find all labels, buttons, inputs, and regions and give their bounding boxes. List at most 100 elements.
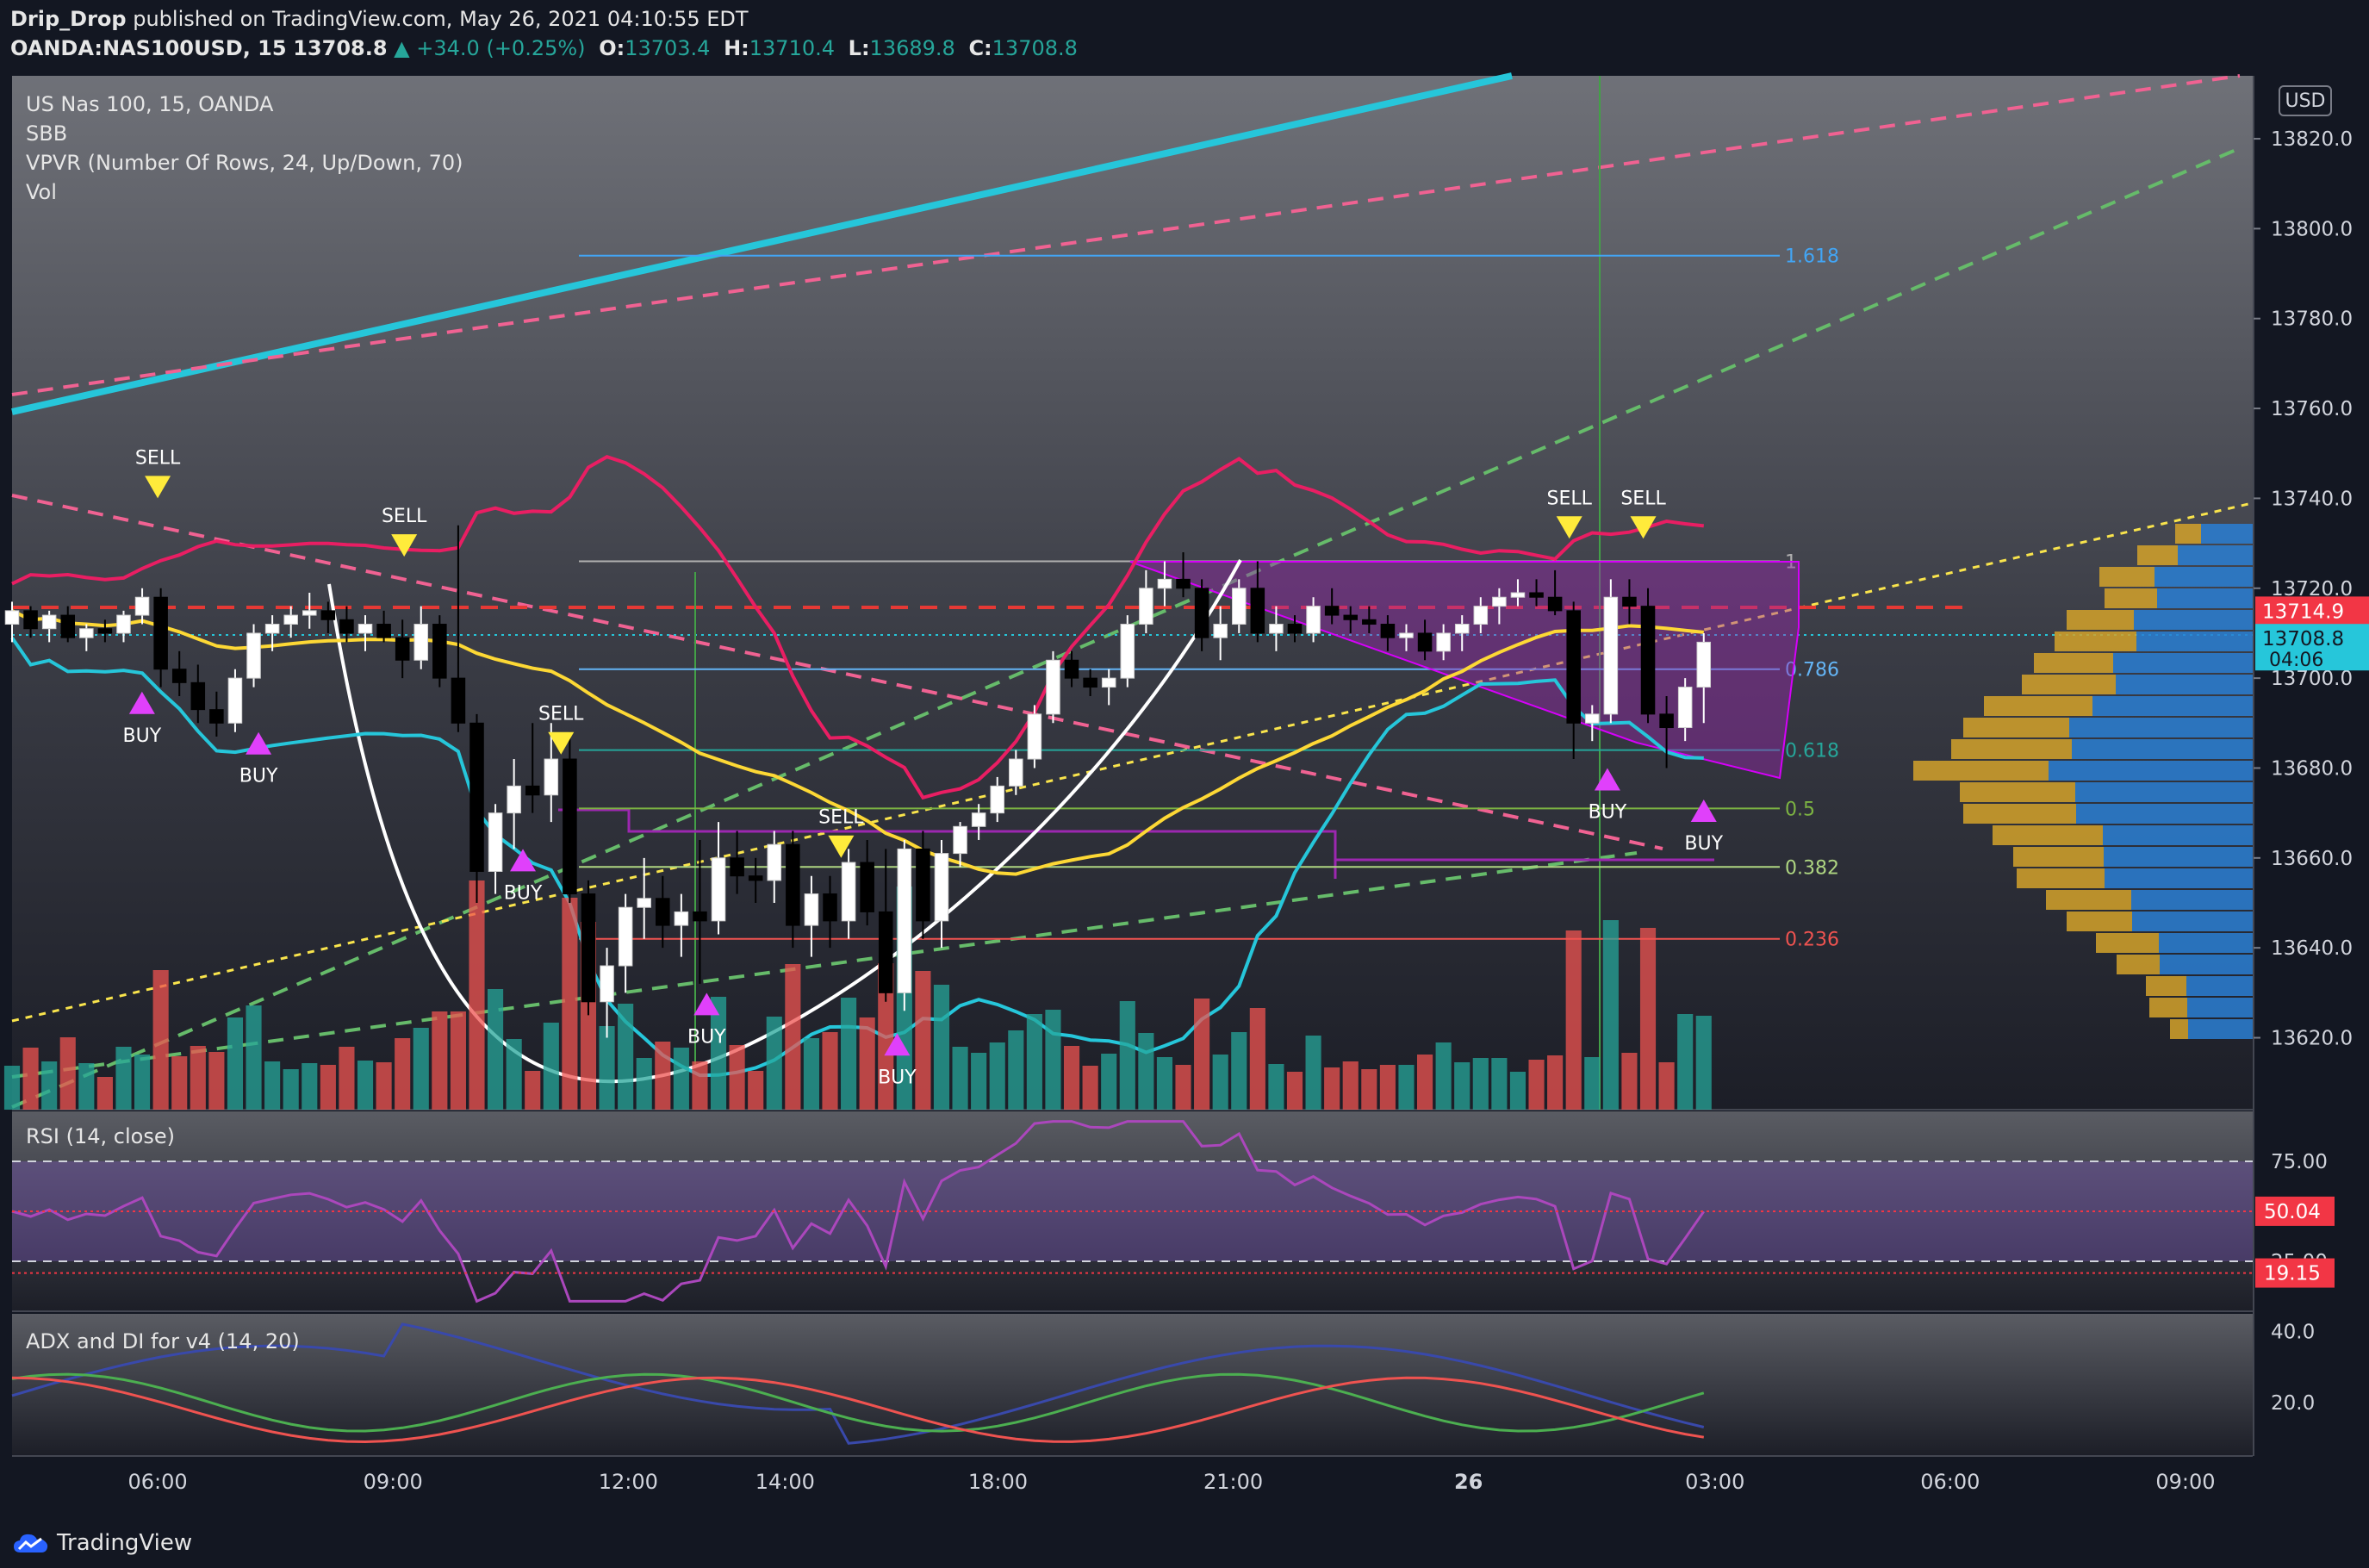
candle-body[interactable] [786, 843, 800, 926]
candle-body[interactable] [618, 906, 633, 967]
candle-body[interactable] [1566, 610, 1581, 724]
tradingview-logo[interactable]: TradingView [12, 1530, 192, 1556]
candle-body[interactable] [1696, 641, 1712, 688]
time-axis[interactable] [0, 1458, 2369, 1512]
adx-legend[interactable]: ADX and DI for v4 (14, 20) [26, 1327, 300, 1356]
candle-body[interactable] [1157, 578, 1172, 589]
candle-body[interactable] [1250, 588, 1265, 634]
candle-body[interactable] [1585, 713, 1600, 724]
candle-body[interactable] [79, 628, 94, 638]
chart-canvas[interactable]: 13820.013800.013780.013760.013740.013720… [0, 0, 2369, 1568]
candle-body[interactable] [153, 596, 168, 670]
candle-body[interactable] [971, 812, 986, 827]
candle-body[interactable] [1009, 758, 1023, 787]
main-pane[interactable] [12, 76, 2253, 1110]
candle-body[interactable] [1640, 606, 1656, 715]
candle-body[interactable] [1176, 578, 1191, 589]
candle-body[interactable] [451, 677, 466, 724]
candle-body[interactable] [339, 619, 354, 634]
candle-body[interactable] [693, 911, 707, 922]
candle-body[interactable] [1547, 596, 1563, 612]
candle-body[interactable] [1120, 624, 1135, 679]
candle-body[interactable] [581, 893, 596, 1003]
candle-body[interactable] [544, 758, 559, 796]
main-legend-sbb[interactable]: SBB [26, 119, 463, 148]
candle-body[interactable] [209, 709, 224, 724]
candle-body[interactable] [432, 624, 447, 679]
candle-body[interactable] [860, 862, 874, 912]
candle-body[interactable] [264, 624, 280, 634]
candle-body[interactable] [41, 614, 57, 630]
candle-body[interactable] [1231, 588, 1247, 625]
candle-body[interactable] [23, 610, 38, 630]
candle-body[interactable] [1064, 659, 1079, 679]
candle-body[interactable] [1529, 592, 1544, 598]
candle-body[interactable] [227, 677, 243, 724]
candle-body[interactable] [916, 848, 930, 922]
candle-body[interactable] [1046, 659, 1060, 715]
candle-body[interactable] [1473, 606, 1489, 625]
candle-body[interactable] [1139, 588, 1153, 625]
candle-body[interactable] [1306, 606, 1321, 634]
candle-body[interactable] [246, 632, 261, 679]
candle-body[interactable] [656, 898, 670, 926]
candle-body[interactable] [841, 862, 856, 922]
candle-body[interactable] [1622, 596, 1637, 607]
candle-body[interactable] [1603, 596, 1619, 715]
candle-body[interactable] [395, 637, 410, 661]
candle-body[interactable] [674, 911, 689, 926]
candle-body[interactable] [990, 785, 1004, 814]
candle-body[interactable] [934, 853, 949, 922]
candle-body[interactable] [1677, 687, 1693, 729]
rsi-legend[interactable]: RSI (14, close) [26, 1122, 175, 1151]
candle-body[interactable] [1510, 592, 1526, 598]
candle-body[interactable] [1380, 624, 1396, 638]
candle-body[interactable] [1083, 677, 1097, 688]
candle-body[interactable] [1101, 677, 1116, 688]
candle-body[interactable] [1324, 606, 1340, 616]
candle-body[interactable] [897, 848, 912, 993]
candle-body[interactable] [320, 610, 336, 620]
candle-body[interactable] [1362, 619, 1377, 625]
candle-body[interactable] [1194, 588, 1209, 638]
candle-body[interactable] [358, 624, 373, 634]
candle-body[interactable] [134, 596, 150, 616]
candle-body[interactable] [488, 812, 503, 872]
candle-body[interactable] [4, 610, 20, 625]
candle-body[interactable] [563, 758, 577, 895]
candle-body[interactable] [302, 610, 317, 616]
candle-body[interactable] [116, 614, 131, 634]
main-legend-vol[interactable]: Vol [26, 177, 463, 207]
candle-body[interactable] [804, 893, 819, 926]
candle-body[interactable] [1417, 632, 1433, 652]
candle-body[interactable] [1659, 713, 1674, 729]
candle-body[interactable] [1287, 624, 1303, 634]
candle-body[interactable] [60, 614, 76, 638]
candle-body[interactable] [1492, 596, 1507, 607]
candle-body[interactable] [878, 911, 893, 993]
candle-body[interactable] [1436, 632, 1451, 652]
candle-body[interactable] [600, 965, 614, 1003]
candle-body[interactable] [171, 669, 187, 683]
candle-body[interactable] [507, 785, 521, 814]
candle-body[interactable] [190, 681, 206, 711]
candle-body[interactable] [1213, 624, 1228, 638]
candle-body[interactable] [730, 857, 744, 877]
candle-body[interactable] [376, 624, 391, 638]
candle-body[interactable] [1343, 614, 1359, 620]
candle-body[interactable] [823, 893, 837, 922]
main-legend-vpvr[interactable]: VPVR (Number Of Rows, 24, Up/Down, 70) [26, 148, 463, 177]
candle-body[interactable] [97, 628, 113, 634]
candle-body[interactable] [469, 722, 484, 872]
candle-body[interactable] [953, 825, 967, 855]
candle-body[interactable] [1027, 713, 1042, 760]
candle-body[interactable] [767, 843, 782, 881]
candle-body[interactable] [1454, 624, 1470, 634]
candle-body[interactable] [637, 898, 651, 908]
candle-body[interactable] [283, 614, 298, 625]
candle-body[interactable] [748, 875, 763, 881]
candle-body[interactable] [413, 624, 429, 661]
candle-body[interactable] [1399, 632, 1414, 638]
price-axis[interactable] [2254, 76, 2369, 1512]
main-legend-title[interactable]: US Nas 100, 15, OANDA [26, 90, 463, 119]
